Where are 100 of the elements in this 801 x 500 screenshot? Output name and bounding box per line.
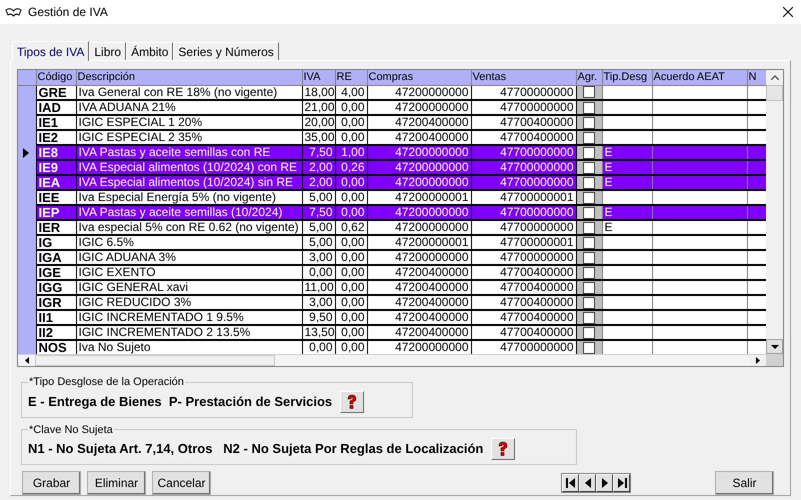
table-cell: 0,00 [335,175,367,190]
table-cell: IGIC ESPECIAL 1 20% [76,115,302,130]
table-row[interactable]: IAD IVA ADUANA 21% 21,00 0,00 47200000000 47700000000 [18,100,766,115]
table-cell [602,310,652,325]
table-cell: 47700400000 [471,265,576,280]
table-row[interactable]: IGG IGIC GENERAL xavi 11,00 0,00 47200400000 47700400000 [18,280,766,295]
checkbox[interactable] [583,342,595,354]
table-row[interactable]: II2 IGIC INCREMENTADO 2 13.5% 13,50 0,00 47200400000 47700400000 [18,325,766,340]
help-button[interactable] [340,390,364,412]
checkbox[interactable] [583,206,595,218]
checkbox[interactable] [583,326,595,338]
checkbox[interactable] [583,86,595,98]
table-cell: II2 [36,325,76,340]
table-cell: 0,00 [335,130,367,145]
checkbox[interactable] [583,266,595,278]
triangle-left-icon [24,357,28,364]
checkbox[interactable] [583,282,595,294]
table-row[interactable]: GRE Iva General con RE 18% (no vigente) 18,00 4,00 47200000000 47700000000 [18,85,766,100]
book-icon [5,7,22,17]
checkbox[interactable] [583,132,595,144]
scrollbar-thumb[interactable] [35,355,275,366]
table-cell: 47200000001 [367,235,471,250]
window-title: Gestión de IVA [28,4,108,21]
table-cell: 47200000000 [367,205,471,220]
checkbox[interactable] [583,296,595,308]
horizontal-scrollbar[interactable] [18,354,783,366]
checkbox[interactable] [583,252,595,264]
scrollbar-corner [766,355,783,366]
legend-text: N1 - No Sujeta Art. 7,14, Otros N2 - No Sujeta Por Reglas de Localización [28,440,484,458]
prev-record-button[interactable] [579,474,596,492]
table-cell: 47200000000 [367,250,471,265]
dialog-button[interactable]: Eliminar [87,471,146,495]
triangle-down-icon [770,344,778,348]
table-cell: 47700000000 [471,100,576,115]
tab[interactable]: Ámbito [126,42,174,60]
table-cell: 0,00 [335,205,367,220]
table-cell: 21,00 [302,100,335,115]
checkbox[interactable] [583,222,595,234]
table-row[interactable]: IGE IGIC EXENTO 0,00 0,00 47200400000 47700400000 [18,265,766,280]
checkbox[interactable] [583,162,595,174]
table-cell: 0,00 [335,190,367,205]
table-cell: E [602,205,652,220]
table-cell: 9,50 [302,310,335,325]
last-record-button[interactable] [613,474,630,492]
table-row[interactable]: IGR IGIC REDUCIDO 3% 3,00 0,00 47200400000 47700400000 [18,295,766,310]
table-cell [602,190,652,205]
table-cell: 35,00 [302,130,335,145]
table-row[interactable]: IE2 IGIC ESPECIAL 2 35% 35,00 0,00 47200400000 47700400000 [18,130,766,145]
table-cell: 47200400000 [367,265,471,280]
checkbox[interactable] [583,236,595,248]
close-icon[interactable] [783,7,793,17]
table-cell: 11,00 [302,280,335,295]
table-row[interactable]: IG IGIC 6.5% 5,00 0,00 47200000001 47700000001 [18,235,766,250]
row-indicator [18,340,36,354]
table-row[interactable]: II1 IGIC INCREMENTADO 1 9.5% 9,50 0,00 47200400000 47700400000 [18,310,766,325]
table-cell: IE2 [36,130,76,145]
table-cell: 3,00 [302,250,335,265]
table-cell: 0,00 [335,310,367,325]
checkbox[interactable] [583,192,595,204]
table-row[interactable]: IGA IGIC ADUANA 3% 3,00 0,00 47200000000 47700000000 [18,250,766,265]
table-cell: 0,00 [302,265,335,280]
table-cell: E [602,160,652,175]
dialog-button[interactable]: Grabar [22,471,81,495]
table-cell: 47700000000 [471,340,576,354]
tab[interactable]: Series y Números [173,42,279,60]
checkbox[interactable] [583,102,595,114]
table-cell: 47200400000 [367,115,471,130]
table-cell [602,130,652,145]
checkbox[interactable] [583,146,595,158]
table-cell: 47200000000 [367,340,471,354]
table-cell: 47700000000 [471,250,576,265]
table-cell: E [602,220,652,235]
next-record-button[interactable] [596,474,613,492]
table-cell: IGIC EXENTO [76,265,302,280]
skip-first-icon [564,476,578,490]
table-cell: IEE [36,190,76,205]
scrollbar-thumb[interactable] [766,85,783,101]
table-cell: 47700400000 [471,295,576,310]
checkbox[interactable] [583,116,595,128]
column-header: IVA [302,70,335,85]
column-header: Tip.Desg [602,70,652,85]
help-button[interactable] [491,438,516,460]
table-cell: 47700000000 [471,85,576,100]
first-record-button[interactable] [562,474,579,492]
table-row[interactable]: IE1 IGIC ESPECIAL 1 20% 20,00 0,00 47200400000 47700400000 [18,115,766,130]
column-header: Acuerdo AEAT [652,70,747,85]
question-mark-icon [345,394,360,410]
table-cell: 47200400000 [367,295,471,310]
table-cell: GRE [36,85,76,100]
tab[interactable]: Libro [89,42,126,60]
table-cell: IGIC INCREMENTADO 1 9.5% [76,310,302,325]
table-cell: 5,00 [302,190,335,205]
checkbox[interactable] [583,176,595,188]
tab[interactable]: Tipos de IVA [12,41,90,61]
legend-text: E - Entrega de Bienes P- Prestación de Servicios [28,392,332,411]
table-cell: 47200000000 [367,145,471,160]
checkbox[interactable] [583,312,595,324]
dialog-button[interactable]: Cancelar [152,471,211,495]
dialog-button[interactable]: Salir [715,471,774,495]
vertical-scrollbar[interactable] [766,70,783,354]
